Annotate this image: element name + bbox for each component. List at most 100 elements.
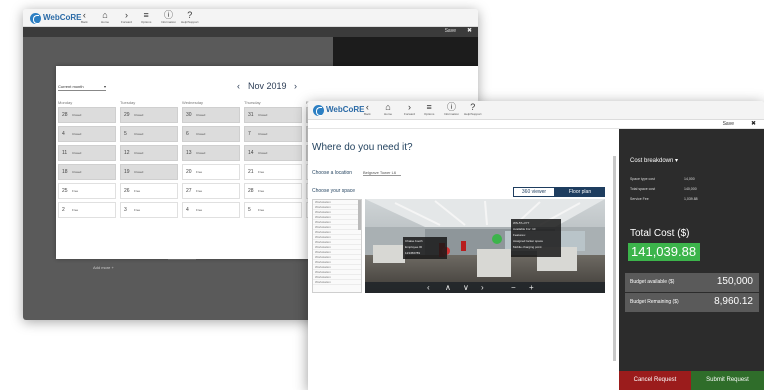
- popup-title: WS-57+V77: [513, 221, 530, 225]
- nav-forward-button[interactable]: › Forward: [121, 10, 133, 25]
- calendar-day-cell[interactable]: 30 Closed: [182, 107, 240, 123]
- nav-label: Information: [161, 20, 177, 24]
- save-button[interactable]: Save: [445, 28, 456, 34]
- day-number: 14: [248, 150, 254, 156]
- calendar-day-cell[interactable]: 28 Free: [244, 183, 302, 199]
- day-number: 18: [62, 169, 68, 175]
- calendar-day-cell[interactable]: 4 Free: [182, 202, 240, 218]
- add-more-link[interactable]: Add more +: [93, 265, 114, 270]
- calendar-day-cell[interactable]: 4 Closed: [58, 126, 116, 142]
- info-icon: ⓘ: [164, 10, 174, 20]
- calendar-day-cell[interactable]: 11 Closed: [58, 145, 116, 161]
- calendar-day-cell[interactable]: 12 Closed: [120, 145, 178, 161]
- zoom-out-icon[interactable]: −: [511, 282, 516, 293]
- chevron-right-icon: ›: [125, 10, 128, 20]
- calendar-day-cell[interactable]: 6 Closed: [182, 126, 240, 142]
- day-status: Closed: [258, 132, 268, 136]
- month-select[interactable]: Current month ▾: [58, 84, 106, 91]
- day-number: 29: [124, 112, 130, 118]
- day-status: Closed: [72, 151, 82, 155]
- viewer-controls: ‹ ∧ ∨ › − +: [365, 282, 605, 293]
- calendar-day-cell[interactable]: 13 Closed: [182, 145, 240, 161]
- day-status: Closed: [72, 170, 82, 174]
- nav-label: Forward: [121, 20, 133, 24]
- calendar-day-cell[interactable]: 3 Free: [120, 202, 178, 218]
- popup-title: Chaise booth: [405, 239, 423, 243]
- nav-home-button[interactable]: ⌂ Home: [101, 10, 109, 25]
- nav-label: Information: [444, 112, 460, 116]
- nav-home-button[interactable]: ⌂ Home: [384, 102, 392, 117]
- close-icon[interactable]: ✖: [751, 120, 756, 127]
- calendar-day-cell[interactable]: 19 Closed: [120, 164, 178, 180]
- day-status: Closed: [196, 151, 206, 155]
- day-number: 2: [62, 207, 65, 213]
- cost-row-value: 1,039.88: [684, 197, 698, 201]
- calendar-day-cell[interactable]: 5 Closed: [120, 126, 178, 142]
- calendar-day-cell[interactable]: 31 Closed: [244, 107, 302, 123]
- nav-back-button[interactable]: ‹ Back: [364, 103, 371, 117]
- calendar-day-cell[interactable]: 25 Free: [58, 183, 116, 199]
- pan-down-icon[interactable]: ∨: [463, 282, 469, 293]
- day-number: 5: [124, 131, 127, 137]
- webcore-logo-icon: [30, 13, 41, 24]
- cost-breakdown-toggle[interactable]: Cost breakdown ▾: [630, 157, 678, 164]
- prev-month-button[interactable]: ‹: [237, 81, 240, 91]
- day-status: Free: [134, 208, 141, 212]
- scrollbar[interactable]: [358, 200, 361, 230]
- help-icon: ?: [187, 10, 193, 20]
- top-toolbar: WebCoRE ‹ Back ⌂ Home › Forward ≡ Options ⓘ Infor…: [23, 9, 478, 27]
- zoom-in-icon[interactable]: +: [529, 282, 534, 293]
- nav-options-button[interactable]: ≡ Options: [141, 11, 152, 25]
- nav-help-support-button[interactable]: ? Help/Support: [464, 103, 482, 117]
- month-select-label: Current month: [58, 84, 84, 89]
- panorama-viewer[interactable]: [365, 199, 605, 293]
- nav-label: Options: [141, 20, 152, 24]
- budget-box: Budget available ($) 150,000 Budget Rema…: [625, 273, 759, 312]
- nav-information-button[interactable]: ⓘ Information: [444, 103, 460, 117]
- tab-floor-plan[interactable]: Floor plan: [555, 187, 605, 197]
- nav-information-button[interactable]: ⓘ Information: [161, 10, 177, 25]
- submit-request-button[interactable]: Submit Request: [691, 371, 764, 390]
- day-status: Free: [196, 189, 203, 193]
- space-list-item[interactable]: Workstation: [313, 280, 361, 285]
- calendar-day-cell[interactable]: 28 Closed: [58, 107, 116, 123]
- calendar-day-cell[interactable]: 14 Closed: [244, 145, 302, 161]
- popup-line: Mobile charging point: [513, 245, 542, 249]
- home-icon: ⌂: [385, 102, 391, 112]
- day-number: 13: [186, 150, 192, 156]
- calendar-day-cell[interactable]: 27 Free: [182, 183, 240, 199]
- calendar-day-cell[interactable]: 26 Free: [120, 183, 178, 199]
- popup-line: Employee ID: [405, 245, 423, 249]
- cost-row-value: 140,000: [684, 187, 697, 191]
- nav-forward-button[interactable]: › Forward: [404, 103, 415, 117]
- calendar-day-cell[interactable]: 2 Free: [58, 202, 116, 218]
- pan-up-icon[interactable]: ∧: [445, 282, 451, 293]
- space-list[interactable]: Workstation Workstation Workstation Worksta…: [312, 199, 362, 293]
- budget-available-label: Budget available ($): [630, 279, 675, 285]
- pan-left-icon[interactable]: ‹: [427, 282, 430, 293]
- next-month-button[interactable]: ›: [294, 81, 297, 91]
- pan-right-icon[interactable]: ›: [481, 282, 484, 293]
- calendar-day-cell[interactable]: 7 Closed: [244, 126, 302, 142]
- calendar-day-cell[interactable]: 29 Closed: [120, 107, 178, 123]
- nav-options-button[interactable]: ≡ Options: [424, 103, 434, 117]
- calendar-day-cell[interactable]: 5 Free: [244, 202, 302, 218]
- calendar-day-cell[interactable]: 18 Closed: [58, 164, 116, 180]
- divider: [625, 292, 759, 293]
- close-icon[interactable]: ✖: [467, 27, 472, 34]
- tab-360-viewer[interactable]: 360 viewer: [513, 187, 555, 197]
- home-icon: ⌂: [102, 10, 108, 20]
- nav-help-support-button[interactable]: ? Help/Support: [181, 10, 199, 25]
- top-toolbar: WebCoRE ‹ Back ⌂ Home › Forward ≡ Options ⓘ Infor…: [308, 101, 764, 120]
- page-scrollbar[interactable]: [613, 156, 616, 361]
- save-button[interactable]: Save: [723, 121, 734, 127]
- location-select[interactable]: Belgrave Tower L6: [363, 170, 401, 176]
- total-cost-label: Total Cost ($): [630, 228, 690, 239]
- space-info-popup: WS-57+V77 Available For: 10 Features: As…: [511, 219, 561, 257]
- day-number: 7: [248, 131, 251, 137]
- cancel-request-button[interactable]: Cancel Request: [619, 371, 691, 390]
- app-name: WebCoRE: [43, 13, 82, 22]
- calendar-day-cell[interactable]: 20 Free: [182, 164, 240, 180]
- nav-back-button[interactable]: ‹ Back: [81, 11, 88, 25]
- calendar-day-cell[interactable]: 21 Free: [244, 164, 302, 180]
